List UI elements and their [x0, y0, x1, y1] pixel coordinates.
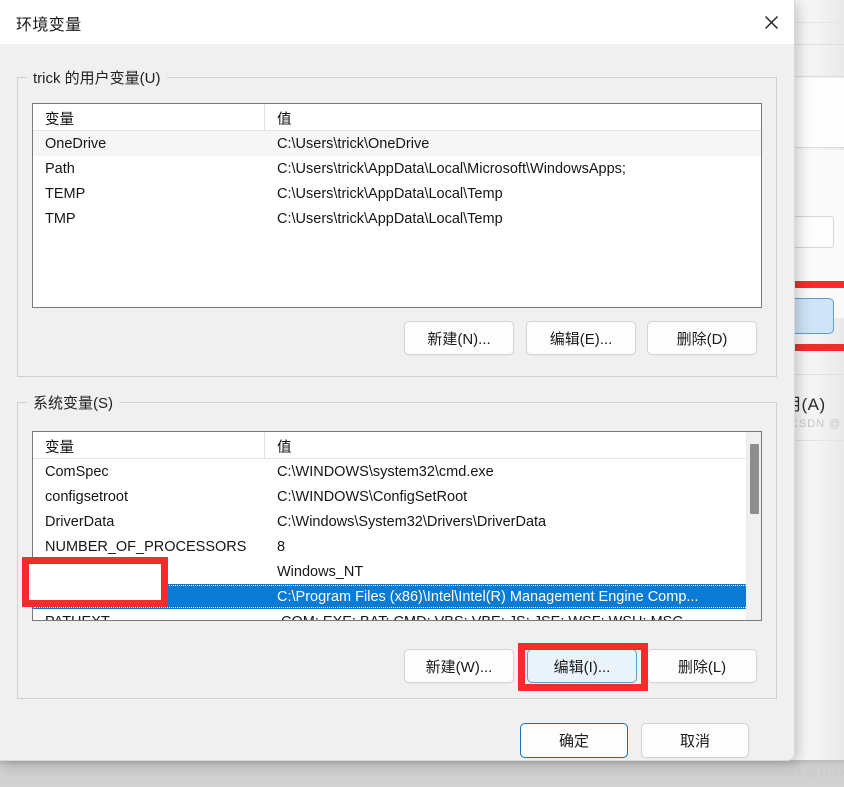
- system-variables-rows: ComSpec C:\WINDOWS\system32\cmd.exe conf…: [33, 459, 761, 621]
- table-row[interactable]: NUMBER_OF_PROCESSORS 8: [33, 534, 761, 559]
- ok-button[interactable]: 确定: [520, 723, 628, 758]
- table-row[interactable]: OneDrive C:\Users\trick\OneDrive: [33, 131, 761, 156]
- table-row[interactable]: Path C:\Users\trick\AppData\Local\Micros…: [33, 156, 761, 181]
- system-variables-group-label: 系统变量(S): [27, 392, 119, 413]
- table-row[interactable]: PATHEXT .COM;.EXE;.BAT;.CMD;.VBS;.VBE;.J…: [33, 609, 761, 621]
- system-column-header-name[interactable]: 变量: [33, 432, 265, 458]
- variable-name: configsetroot: [45, 488, 129, 505]
- system-edit-button[interactable]: 编辑(I)...: [527, 649, 637, 683]
- variable-value: C:\Program Files (x86)\Intel\Intel(R) Ma…: [277, 588, 699, 605]
- variable-name: PATHEXT: [33, 614, 265, 621]
- variable-name: TEMP: [45, 185, 86, 202]
- system-list-scrollbar-thumb[interactable]: [750, 444, 759, 514]
- close-icon[interactable]: [748, 0, 794, 45]
- variable-value: .COM;.EXE;.BAT;.CMD;.VBS;.VBE;.JS;.JSE;.…: [265, 614, 761, 621]
- system-variables-header-row: 变量 值: [33, 432, 761, 459]
- dialog-title: 环境变量: [16, 17, 82, 34]
- variable-value: C:\Users\trick\AppData\Local\Temp: [277, 185, 503, 202]
- background-tab-area: [790, 78, 844, 148]
- table-row[interactable]: TMP C:\Users\trick\AppData\Local\Temp: [33, 206, 761, 231]
- variable-name: NUMBER_OF_PROCESSORS: [45, 538, 247, 555]
- user-edit-button[interactable]: 编辑(E)...: [526, 321, 636, 355]
- system-column-header-value[interactable]: 值: [265, 432, 761, 458]
- variable-name: DriverData: [45, 513, 115, 530]
- variable-name: OneDrive: [45, 135, 107, 152]
- variable-value: C:\WINDOWS\system32\cmd.exe: [277, 463, 494, 480]
- variable-name: OS: [45, 563, 66, 580]
- variable-value: 8: [277, 538, 286, 555]
- variable-value: C:\Users\trick\AppData\Local\Microsoft\W…: [277, 160, 626, 177]
- system-new-button[interactable]: 新建(W)...: [404, 649, 514, 683]
- system-variables-listview[interactable]: 变量 值 ComSpec C:\WINDOWS\system32\cmd.exe…: [32, 431, 762, 621]
- user-column-header-name[interactable]: 变量: [33, 104, 265, 130]
- table-row[interactable]: ComSpec C:\WINDOWS\system32\cmd.exe: [33, 459, 761, 484]
- user-column-header-value[interactable]: 值: [265, 104, 761, 130]
- user-variables-group-label: trick 的用户变量(U): [27, 67, 167, 88]
- watermark: CSDN @Trick: [765, 765, 844, 779]
- table-row[interactable]: OS Windows_NT: [33, 559, 761, 584]
- user-variables-rows: OneDrive C:\Users\trick\OneDrive Path C:…: [33, 131, 761, 231]
- variable-value: C:\Users\trick\OneDrive: [277, 135, 430, 152]
- table-row[interactable]: DriverData C:\Windows\System32\Drivers\D…: [33, 509, 761, 534]
- table-row-selected[interactable]: Path C:\Program Files (x86)\Intel\Intel(…: [33, 584, 761, 609]
- environment-variables-dialog: 环境变量 trick 的用户变量(U) 变量 值 OneDrive C:\Use…: [0, 0, 844, 779]
- user-variables-listview[interactable]: 变量 值 OneDrive C:\Users\trick\OneDrive Pa…: [32, 103, 762, 308]
- variable-value: C:\Users\trick\AppData\Local\Temp: [277, 210, 503, 227]
- user-variables-header-row: 变量 值: [33, 104, 761, 131]
- variable-name: Path: [45, 160, 75, 177]
- variable-name: TMP: [45, 210, 76, 227]
- cancel-button[interactable]: 取消: [641, 723, 749, 758]
- variable-value: Windows_NT: [277, 563, 364, 580]
- variable-value: C:\WINDOWS\ConfigSetRoot: [277, 488, 468, 505]
- dialog-titlebar: 环境变量: [0, 0, 794, 45]
- variable-value: C:\Windows\System32\Drivers\DriverData: [277, 513, 547, 530]
- variable-name: Path: [45, 588, 75, 605]
- user-new-button[interactable]: 新建(N)...: [404, 321, 514, 355]
- system-delete-button[interactable]: 删除(L): [647, 649, 757, 683]
- table-row[interactable]: TEMP C:\Users\trick\AppData\Local\Temp: [33, 181, 761, 206]
- background-watermark: CSDN @: [790, 418, 842, 430]
- system-list-scrollbar[interactable]: [746, 432, 761, 620]
- variable-name: ComSpec: [45, 463, 109, 480]
- taskbar: ▲: [0, 760, 844, 787]
- table-row[interactable]: configsetroot C:\WINDOWS\ConfigSetRoot: [33, 484, 761, 509]
- user-delete-button[interactable]: 删除(D): [647, 321, 757, 355]
